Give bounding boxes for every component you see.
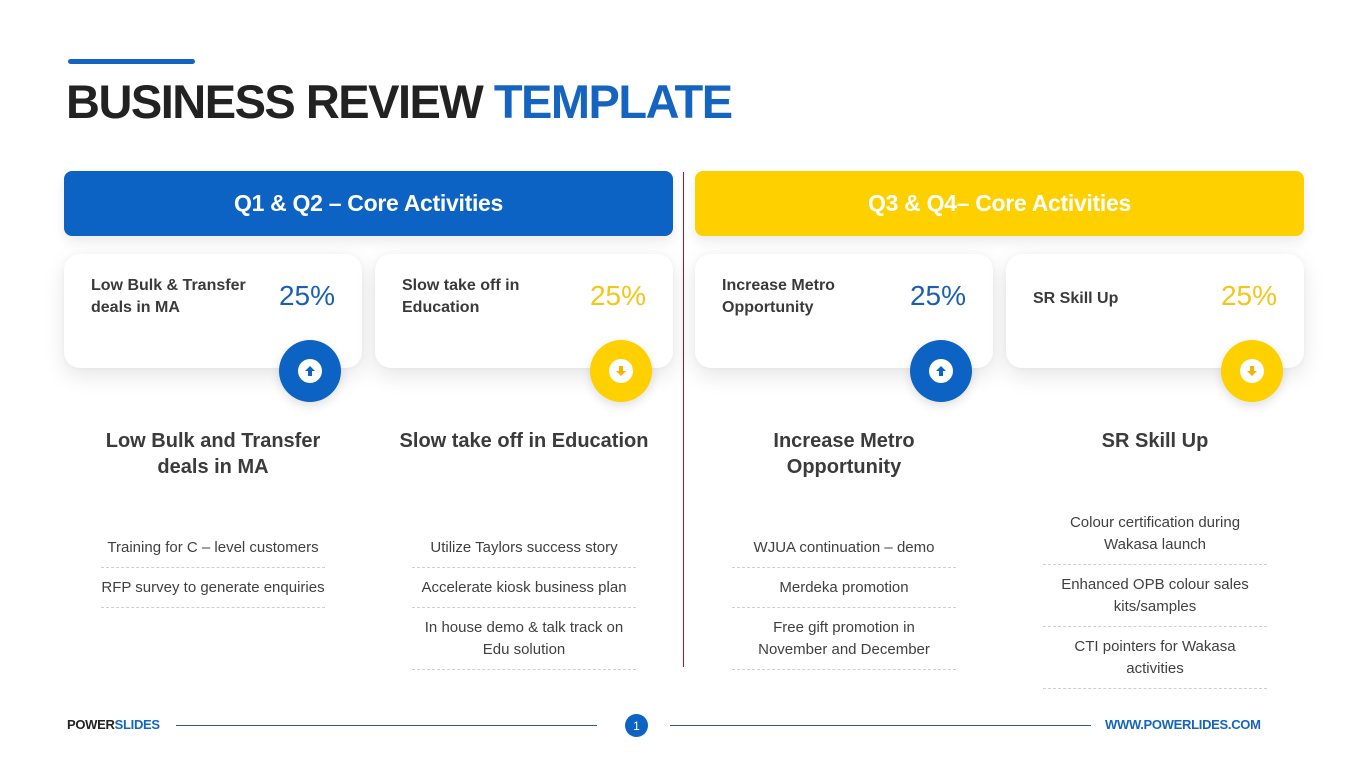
metric-label: Slow take off in Education <box>402 277 520 316</box>
section-header-q3-q4: Q3 & Q4– Core Activities <box>695 171 1304 236</box>
metric-percent: 25% <box>909 280 966 311</box>
column-title: SR Skill Up <box>1101 430 1209 452</box>
list-item: Utilize Taylors success story <box>412 532 636 568</box>
footer-line-left <box>176 725 597 726</box>
metric-percent: 25% <box>278 280 335 311</box>
activity-list: Utilize Taylors success story Accelerate… <box>412 532 636 674</box>
list-item: Training for C – level customers <box>101 532 325 568</box>
list-item: CTI pointers for Wakasa activities <box>1043 631 1267 689</box>
page-title: BUSINESS REVIEW TEMPLATE <box>66 75 733 128</box>
metric-label: Low Bulk & Transfer deals in MA <box>91 277 246 316</box>
arrow-down-icon <box>1240 359 1264 383</box>
list-item: WJUA continuation – demo <box>732 532 956 568</box>
page-number: 1 <box>625 714 648 737</box>
metric-label: SR Skill Up <box>1033 290 1119 307</box>
activity-list: Colour certification during Wakasa launc… <box>1043 507 1267 693</box>
activity-list: Training for C – level customers RFP sur… <box>101 532 325 612</box>
metric-label: Increase Metro Opportunity <box>722 277 835 316</box>
title-accent-bar <box>68 59 195 64</box>
metric-card: Low Bulk & Transfer deals in MA 25% <box>64 254 362 402</box>
arrow-up-icon <box>929 359 953 383</box>
list-item: Enhanced OPB colour sales kits/samples <box>1043 569 1267 627</box>
title-highlight: TEMPLATE <box>493 75 733 128</box>
column-title: Increase Metro Opportunity <box>773 430 915 478</box>
metric-card: SR Skill Up 25% <box>1006 254 1304 402</box>
trend-down-button[interactable] <box>590 340 652 402</box>
metric-percent: 25% <box>589 280 646 311</box>
section-divider <box>683 172 684 667</box>
arrow-up-icon <box>298 359 322 383</box>
list-item: Merdeka promotion <box>732 572 956 608</box>
title-main: BUSINESS REVIEW <box>66 75 484 128</box>
list-item: Accelerate kiosk business plan <box>412 572 636 608</box>
column-title: Low Bulk and Transfer deals in MA <box>105 430 321 478</box>
brand-main: POWER <box>67 717 115 732</box>
metric-card: Slow take off in Education 25% <box>375 254 673 402</box>
column-title: Slow take off in Education <box>399 430 649 452</box>
trend-up-button[interactable] <box>910 340 972 402</box>
list-item: In house demo & talk track on Edu soluti… <box>412 612 636 670</box>
section-header-q1-q2: Q1 & Q2 – Core Activities <box>64 171 673 236</box>
activity-list: WJUA continuation – demo Merdeka promoti… <box>732 532 956 674</box>
metric-card: Increase Metro Opportunity 25% <box>695 254 993 402</box>
arrow-down-icon <box>609 359 633 383</box>
brand-highlight: SLIDES <box>114 717 160 732</box>
footer-brand: POWERSLIDES <box>67 717 160 732</box>
trend-down-button[interactable] <box>1221 340 1283 402</box>
list-item: Colour certification during Wakasa launc… <box>1043 507 1267 565</box>
footer-line-right <box>670 725 1091 726</box>
footer-url-link[interactable]: WWW.POWERLIDES.COM <box>1105 717 1261 732</box>
list-item: RFP survey to generate enquiries <box>101 572 325 608</box>
trend-up-button[interactable] <box>279 340 341 402</box>
list-item: Free gift promotion in November and Dece… <box>732 612 956 670</box>
metric-percent: 25% <box>1220 280 1277 311</box>
